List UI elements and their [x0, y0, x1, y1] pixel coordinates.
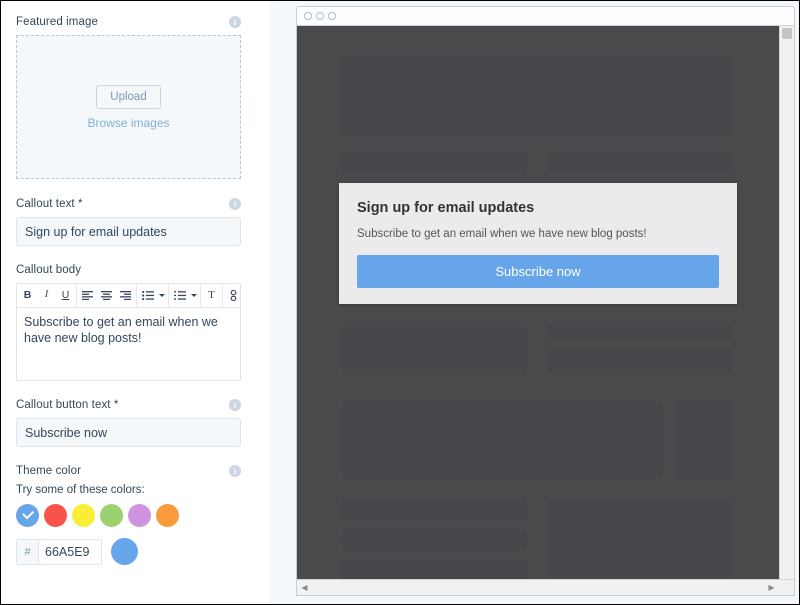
swatch-purple[interactable]	[128, 504, 151, 527]
theme-color-hint: Try some of these colors:	[16, 484, 145, 496]
callout-text-label-row: Callout text * i	[16, 197, 241, 211]
bold-icon[interactable]: B	[18, 285, 37, 307]
bulleted-list-icon[interactable]	[138, 285, 157, 307]
field-callout-text: Callout text * i	[16, 197, 241, 246]
toolbar-group-alignment	[77, 284, 137, 307]
rich-text-editor: B I U T Subscribe to get an email when w…	[16, 283, 241, 381]
align-center-icon[interactable]	[97, 285, 116, 307]
toolbar-group-bulleted-list	[137, 284, 169, 307]
swatch-orange[interactable]	[156, 504, 179, 527]
swatch-green[interactable]	[100, 504, 123, 527]
callout-preview-body: Subscribe to get an email when we have n…	[357, 228, 647, 240]
callout-preview-subscribe-button[interactable]: Subscribe now	[357, 255, 719, 288]
module-settings-form: Featured image i Upload Browse images Ca…	[1, 1, 257, 604]
toolbar-group-clear-format: T	[201, 284, 223, 307]
rich-text-toolbar: B I U T	[17, 284, 240, 308]
hex-color-row: #	[16, 538, 241, 565]
content-placeholder-block	[342, 401, 663, 479]
info-icon[interactable]: i	[229, 399, 241, 411]
clear-formatting-icon[interactable]: T	[202, 285, 221, 307]
field-callout-body: Callout body B I U T Subscribe to get an…	[16, 263, 241, 381]
browser-titlebar	[297, 7, 794, 26]
content-placeholder-block	[342, 151, 527, 173]
content-placeholder-block	[547, 349, 732, 374]
scrollbar-corner	[779, 580, 794, 595]
browser-dot-close[interactable]	[304, 12, 312, 20]
callout-text-input[interactable]	[16, 217, 241, 246]
numbered-list-icon[interactable]	[170, 285, 189, 307]
toolbar-group-numbered-list	[169, 284, 201, 307]
browser-dot-maximize[interactable]	[328, 12, 336, 20]
callout-button-text-input[interactable]	[16, 418, 241, 447]
theme-color-label-row: Theme color i	[16, 464, 241, 478]
preview-viewport: Sign up for email updates Subscribe to g…	[297, 26, 794, 595]
insert-link-icon[interactable]	[224, 285, 243, 307]
field-callout-button-text: Callout button text * i	[16, 398, 241, 447]
align-right-icon[interactable]	[116, 285, 135, 307]
callout-button-text-label: Callout button text *	[16, 398, 118, 412]
vertical-scrollbar[interactable]	[779, 26, 794, 579]
content-placeholder-block	[342, 559, 527, 579]
swatch-red[interactable]	[44, 504, 67, 527]
content-placeholder-block	[342, 56, 732, 136]
upload-button[interactable]: Upload	[96, 84, 161, 109]
featured-image-label-row: Featured image i	[16, 15, 241, 29]
horizontal-scrollbar-track[interactable]	[312, 579, 764, 595]
info-icon[interactable]: i	[229, 16, 241, 28]
required-marker: *	[78, 198, 83, 210]
hex-input-group: #	[16, 538, 102, 565]
scroll-right-arrow-icon[interactable]: ▶	[764, 580, 779, 595]
swatch-yellow[interactable]	[72, 504, 95, 527]
field-theme-color: Theme color i Try some of these colors: …	[16, 464, 241, 565]
content-placeholder-block	[547, 151, 732, 173]
swatch-blue[interactable]	[16, 504, 39, 527]
callout-body-textarea[interactable]: Subscribe to get an email when we have n…	[17, 308, 240, 380]
browser-preview-frame: Sign up for email updates Subscribe to g…	[296, 6, 795, 596]
content-placeholder-block	[342, 499, 527, 521]
callout-button-text-label-row: Callout button text * i	[16, 398, 241, 412]
underline-icon[interactable]: U	[56, 285, 75, 307]
align-left-icon[interactable]	[78, 285, 97, 307]
chevron-down-icon[interactable]	[189, 285, 199, 307]
content-placeholder-block	[342, 529, 527, 551]
info-icon[interactable]: i	[229, 465, 241, 477]
toolbar-group-text-style: B I U	[17, 284, 77, 307]
toolbar-group-link	[223, 284, 244, 307]
callout-preview-title: Sign up for email updates	[357, 200, 535, 216]
callout-body-label: Callout body	[16, 264, 82, 276]
callout-preview-modal: Sign up for email updates Subscribe to g…	[339, 183, 737, 304]
color-preview-circle[interactable]	[111, 538, 138, 565]
callout-button-text-label-text: Callout button text	[16, 399, 111, 411]
callout-text-label-text: Callout text	[16, 198, 75, 210]
content-placeholder-block	[342, 326, 527, 374]
hash-prefix: #	[17, 539, 39, 564]
chevron-down-icon[interactable]	[157, 285, 167, 307]
callout-text-label: Callout text *	[16, 197, 83, 211]
content-placeholder-block	[677, 401, 732, 479]
required-marker: *	[113, 399, 119, 411]
preview-page-canvas: Sign up for email updates Subscribe to g…	[297, 26, 779, 579]
field-featured-image: Featured image i Upload Browse images	[16, 15, 241, 179]
content-placeholder-block	[547, 326, 732, 339]
scroll-left-arrow-icon[interactable]: ◀	[297, 580, 312, 595]
module-editor-screen: Featured image i Upload Browse images Ca…	[0, 0, 800, 605]
theme-color-label: Theme color	[16, 465, 82, 477]
horizontal-scrollbar[interactable]: ◀ ▶	[297, 579, 794, 595]
content-placeholder-block	[547, 499, 732, 577]
hex-color-input[interactable]	[39, 539, 101, 564]
info-icon[interactable]: i	[229, 198, 241, 210]
color-swatch-row	[16, 504, 241, 527]
italic-icon[interactable]: I	[37, 285, 56, 307]
callout-body-label-row: Callout body	[16, 263, 241, 277]
browser-dot-minimize[interactable]	[316, 12, 324, 20]
featured-image-label: Featured image	[16, 16, 98, 28]
featured-image-dropzone[interactable]: Upload Browse images	[16, 35, 241, 179]
vertical-scrollbar-thumb[interactable]	[782, 28, 792, 39]
browse-images-link[interactable]: Browse images	[87, 116, 169, 130]
